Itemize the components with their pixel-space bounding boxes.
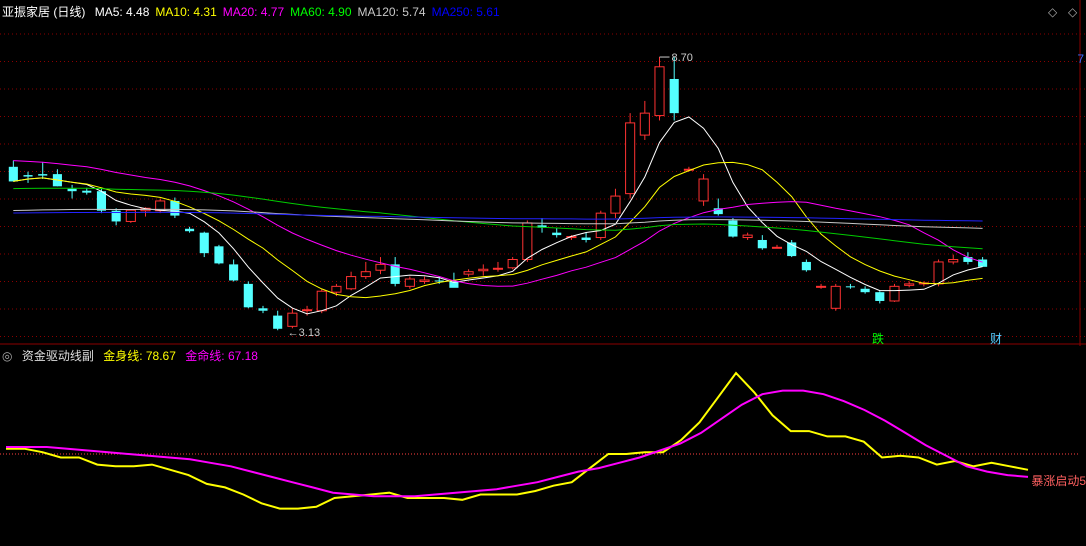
candle-body — [625, 122, 636, 195]
event-marker: 跌 — [872, 331, 884, 346]
ma-label-ma120: MA120: 5.74 — [357, 5, 426, 19]
candle-body — [595, 212, 606, 239]
candle-body — [830, 285, 841, 309]
ma-label-ma250: MA250: 5.61 — [431, 5, 500, 19]
candle-body — [801, 261, 811, 271]
candle-body — [581, 237, 591, 240]
candle-body — [199, 232, 209, 254]
candle-body — [816, 285, 827, 288]
ma-label-ma60: MA60: 4.90 — [290, 5, 352, 19]
candle-body — [360, 271, 371, 278]
candle-body — [507, 259, 518, 269]
candle-body — [669, 78, 679, 114]
stock-chart[interactable]: 8.70 ←3.13 跌 财 亚振家居 (日线) MA5: 4.48 MA10: 4.3… — [0, 0, 1086, 546]
line1-series — [6, 371, 1029, 510]
candle-body — [243, 283, 253, 308]
ma10-line — [13, 161, 983, 299]
candle-body — [904, 283, 915, 286]
candle-body — [82, 190, 92, 193]
settings-icon[interactable]: ◎ — [2, 349, 12, 363]
candle-body — [258, 308, 268, 311]
candle-body — [375, 263, 386, 271]
candle-body — [185, 228, 195, 232]
candle-body — [273, 315, 283, 329]
ma-legend: MA5: 4.48 MA10: 4.31 MA20: 4.77 MA60: 4.90 M… — [95, 5, 506, 19]
candle-body — [742, 234, 753, 239]
chevron-down-icon[interactable]: ◇ — [1068, 6, 1077, 18]
candle-body — [302, 309, 313, 312]
candle-body — [757, 239, 767, 249]
indicator-panel[interactable] — [0, 346, 1086, 546]
candle-body — [654, 66, 665, 117]
candle-body — [346, 276, 357, 290]
line1-legend: 金身线: 78.67 — [103, 349, 176, 363]
candle-body — [978, 259, 988, 267]
candle-body — [698, 178, 709, 202]
line2-series — [6, 389, 1029, 498]
candle-body — [552, 232, 562, 236]
sub-header: ◎ 资金驱动线副 金身线: 78.67 金命线: 67.18 — [2, 348, 264, 364]
candle-body — [170, 200, 180, 216]
candle-body — [434, 280, 444, 282]
candle-body — [67, 188, 77, 192]
candle-body — [845, 286, 855, 288]
candle-body — [860, 288, 870, 293]
candle-body — [96, 191, 107, 211]
diamond-icon[interactable]: ◇ — [1048, 6, 1057, 18]
candle-body — [728, 220, 738, 237]
ma250-line — [13, 211, 983, 222]
candle-body — [463, 271, 474, 275]
candle-body — [933, 261, 944, 285]
candle-body — [316, 290, 327, 312]
candle-body — [492, 267, 504, 270]
indicator-name[interactable]: 资金驱动线副 — [22, 349, 94, 363]
candle-body — [8, 166, 18, 182]
candle-body — [610, 195, 621, 214]
main-header: 亚振家居 (日线) MA5: 4.48 MA10: 4.31 MA20: 4.77 M… — [2, 4, 512, 20]
right-edge-glyph: 7 — [1077, 52, 1084, 66]
event-marker: 财 — [990, 332, 1002, 346]
candle-body — [229, 264, 239, 281]
candle-body — [23, 175, 33, 177]
candle-body — [875, 292, 885, 301]
candle-body — [522, 222, 533, 260]
candle-body — [771, 246, 783, 249]
candle-body — [331, 285, 342, 293]
low-label: ←3.13 — [288, 327, 320, 339]
candle-body — [125, 209, 136, 222]
candle-body — [948, 259, 959, 263]
candle-body — [419, 279, 430, 282]
candle-body — [478, 268, 489, 272]
ma-label-ma10: MA10: 4.31 — [155, 5, 217, 19]
candle-body — [889, 285, 900, 302]
stock-name[interactable]: 亚振家居 (日线) — [2, 5, 85, 19]
high-label: 8.70 — [672, 52, 693, 64]
candle-body — [287, 312, 298, 327]
candle-body — [639, 112, 650, 136]
ma-label-ma20: MA20: 4.77 — [222, 5, 285, 19]
candle-body — [214, 246, 224, 264]
line2-legend: 金命线: 67.18 — [185, 349, 258, 363]
ma-label-ma5: MA5: 4.48 — [94, 5, 150, 19]
candle-body — [38, 174, 48, 176]
candle-body — [404, 278, 415, 287]
threshold-label: 暴涨启动5 — [1031, 474, 1086, 488]
candlestick-panel[interactable]: 8.70 ←3.13 跌 财 — [0, 0, 1086, 346]
ma5-line — [13, 116, 983, 315]
